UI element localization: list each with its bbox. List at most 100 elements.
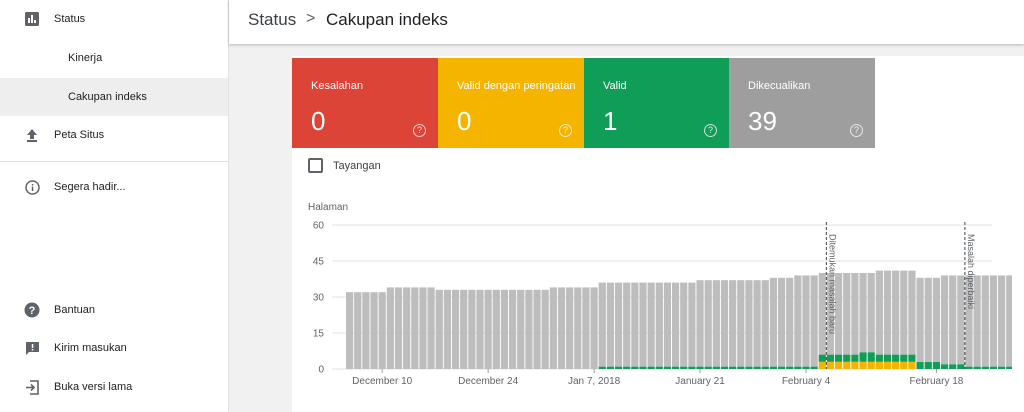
tile-errors[interactable]: Kesalahan 0 ? xyxy=(292,58,438,148)
chart-bar xyxy=(818,354,826,362)
y-tick-label: 30 xyxy=(313,293,325,304)
chart-bar xyxy=(427,287,435,369)
sidebar-item-label: Bantuan xyxy=(54,304,95,316)
chart-bar xyxy=(810,366,818,369)
y-tick-label: 0 xyxy=(318,365,324,376)
x-tick-label: Jan 7, 2018 xyxy=(568,376,621,387)
chart-bar xyxy=(688,282,696,367)
chart-bar xyxy=(354,292,362,369)
chart-bar xyxy=(712,280,720,367)
chart-bar xyxy=(370,292,378,369)
chart-bar xyxy=(786,277,794,367)
sidebar-item-kirim-masukan[interactable]: Kirim masukan xyxy=(0,329,228,367)
chart-bar xyxy=(826,354,835,362)
sidebar-item-segera-hadir[interactable]: Segera hadir... xyxy=(0,168,228,206)
chart-bar xyxy=(606,282,614,367)
chart-bar xyxy=(777,366,786,369)
help-icon[interactable]: ? xyxy=(704,124,717,137)
chart-bar xyxy=(672,366,680,369)
tile-valid[interactable]: Valid 1 ? xyxy=(584,58,729,148)
chart-bar xyxy=(639,366,647,369)
chart-bar xyxy=(940,364,949,369)
chart-bar xyxy=(769,366,777,369)
sidebar-item-label: Peta Situs xyxy=(54,129,105,141)
chart-bar xyxy=(924,277,932,362)
chart-bar xyxy=(908,354,916,362)
chart-bar xyxy=(639,282,647,367)
chart-bar xyxy=(753,280,761,367)
chart-bar xyxy=(590,287,598,369)
tile-label: Valid xyxy=(603,80,627,92)
impressions-checkbox[interactable] xyxy=(308,158,323,173)
page-title: Cakupan indeks xyxy=(326,10,448,29)
chart-bar xyxy=(663,282,672,367)
upload-icon xyxy=(24,127,40,143)
impressions-toggle[interactable]: Tayangan xyxy=(308,158,381,173)
chart-bar xyxy=(761,280,769,367)
sidebar-item-label: Buka versi lama xyxy=(54,381,133,393)
help-icon[interactable]: ? xyxy=(559,124,572,137)
help-icon[interactable]: ? xyxy=(850,124,863,137)
chart-bar xyxy=(517,289,525,369)
chevron-right-icon: > xyxy=(306,10,316,27)
chart-bar xyxy=(810,275,818,367)
chart-bar xyxy=(965,366,973,369)
chart-bar xyxy=(541,289,549,369)
chart-bar xyxy=(892,270,900,355)
chart-bar xyxy=(598,366,606,369)
chart-bar xyxy=(900,270,908,355)
chart-bar xyxy=(663,366,672,369)
sidebar-item-cakupan-indeks[interactable]: Cakupan indeks xyxy=(0,78,228,116)
tile-valid-with-warnings[interactable]: Valid dengan peringatan 0 ? xyxy=(438,58,584,148)
x-tick-label: January 21 xyxy=(675,376,725,387)
chart-bar xyxy=(940,275,949,365)
chart-bar xyxy=(989,366,998,369)
breadcrumb-parent-link[interactable]: Status xyxy=(248,10,296,30)
sidebar-item-peta-situs[interactable]: Peta Situs xyxy=(0,116,228,154)
chart-bar xyxy=(549,287,557,369)
chart-bars xyxy=(346,270,1012,369)
chart-y-label: Halaman xyxy=(308,202,349,213)
chart-bar xyxy=(606,366,614,369)
chart-bar xyxy=(900,361,908,369)
chart-bar xyxy=(843,354,851,362)
coverage-panel: Kesalahan 0 ? Valid dengan peringatan 0 … xyxy=(292,56,1024,412)
help-icon: ? xyxy=(24,302,40,318)
chart-bar xyxy=(794,275,802,367)
sidebar-item-label: Kinerja xyxy=(68,52,103,64)
chart-bar xyxy=(753,366,761,369)
chart-bar xyxy=(378,292,386,369)
chart-bar xyxy=(484,289,492,369)
sidebar-item-status[interactable]: Status xyxy=(0,0,228,38)
tile-label: Valid dengan peringatan xyxy=(457,80,576,92)
chart-bar xyxy=(900,354,908,362)
chart-bar xyxy=(867,361,875,369)
chart-bar xyxy=(737,366,745,369)
chart-bar xyxy=(998,275,1006,367)
chart-bar xyxy=(492,289,500,369)
sidebar-item-buka-versi-lama[interactable]: Buka versi lama xyxy=(0,368,228,406)
chart-bar xyxy=(835,354,843,362)
chart-bar xyxy=(989,275,998,367)
sidebar-item-label: Status xyxy=(54,13,86,25)
chart-bar xyxy=(745,366,753,369)
chart-bar xyxy=(704,366,712,369)
chart-bar xyxy=(623,282,631,367)
sidebar-divider xyxy=(0,161,228,162)
chart-bar xyxy=(443,289,451,369)
tile-excluded[interactable]: Dikecualikan 39 ? xyxy=(729,58,875,148)
chart-bar xyxy=(818,273,826,355)
chart-bar xyxy=(802,275,810,367)
svg-text:?: ? xyxy=(29,305,36,317)
sidebar-item-bantuan[interactable]: ? Bantuan xyxy=(0,291,228,329)
chart-bar xyxy=(362,292,370,369)
chart-bar xyxy=(720,280,729,367)
sidebar-item-kinerja[interactable]: Kinerja xyxy=(0,39,228,77)
chart-bar xyxy=(851,361,859,369)
chart-bar xyxy=(883,270,892,355)
chart-bar xyxy=(973,366,981,369)
sidebar: Status Kinerja Cakupan indeks Peta Situs… xyxy=(0,0,229,412)
x-tick-label: December 10 xyxy=(352,376,412,387)
help-icon[interactable]: ? xyxy=(413,124,426,137)
y-tick-label: 45 xyxy=(313,257,325,268)
